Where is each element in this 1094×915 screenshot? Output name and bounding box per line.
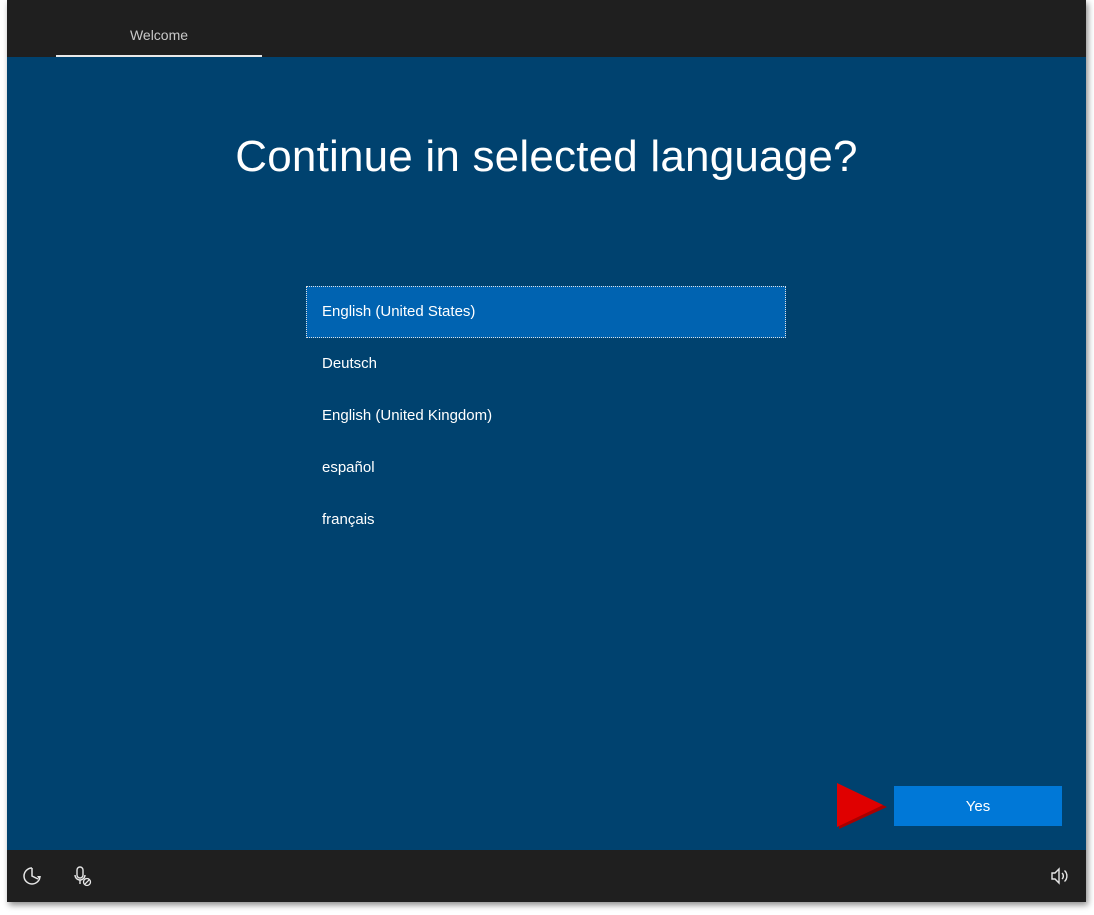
setup-window: Welcome Continue in selected language? E…	[7, 0, 1086, 902]
page-title: Continue in selected language?	[235, 132, 858, 181]
tab-active-indicator	[56, 55, 262, 57]
language-option[interactable]: English (United States)	[306, 286, 786, 338]
yes-button[interactable]: Yes	[894, 786, 1062, 826]
microphone-off-icon[interactable]	[70, 864, 94, 888]
language-option[interactable]: English (United Kingdom)	[306, 390, 786, 442]
tab-welcome[interactable]: Welcome	[56, 0, 262, 57]
language-option[interactable]: Deutsch	[306, 338, 786, 390]
language-option[interactable]: français	[306, 494, 786, 546]
language-list[interactable]: English (United States) Deutsch English …	[306, 286, 786, 546]
bottom-bar	[7, 850, 1086, 902]
top-bar: Welcome	[7, 0, 1086, 57]
ease-of-access-icon[interactable]	[20, 864, 44, 888]
volume-icon[interactable]	[1048, 864, 1072, 888]
red-arrow-pointer-icon	[837, 783, 887, 829]
language-option[interactable]: español	[306, 442, 786, 494]
